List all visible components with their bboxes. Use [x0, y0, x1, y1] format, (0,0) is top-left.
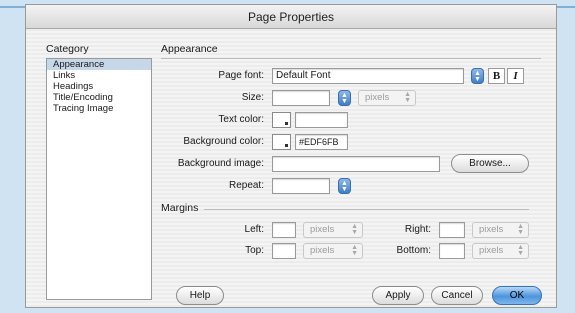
size-unit-select: pixels ▲ ▼ [358, 90, 416, 106]
margin-bottom-label: Bottom: [396, 245, 431, 256]
margin-right-unit: pixels [479, 224, 504, 235]
category-item-appearance[interactable]: Appearance [47, 59, 151, 70]
ok-button[interactable]: OK [492, 286, 542, 305]
margins-heading: Margins [161, 202, 199, 214]
cancel-button[interactable]: Cancel [431, 286, 483, 305]
size-stepper-icon[interactable]: ▲ ▼ [338, 90, 351, 106]
page-font-stepper-icon[interactable]: ▲ ▼ [471, 68, 484, 84]
background-color-input[interactable]: #EDF6FB [295, 134, 348, 150]
margin-top-unit: pixels [310, 245, 335, 256]
page-font-select[interactable]: Default Font [272, 68, 464, 84]
bold-button[interactable]: B [488, 68, 505, 84]
margin-right-input[interactable] [439, 222, 465, 238]
text-color-label: Text color: [218, 114, 264, 125]
help-button[interactable]: Help [176, 286, 224, 305]
margin-left-unit: pixels [310, 224, 335, 235]
apply-button[interactable]: Apply [372, 286, 424, 305]
margin-left-unit-select: pixels ▲ ▼ [303, 222, 363, 238]
margin-right-unit-select: pixels ▲ ▼ [472, 222, 529, 238]
chevron-updown-icon: ▲ ▼ [517, 223, 524, 236]
category-heading: Category [46, 43, 89, 55]
margin-bottom-unit-select: pixels ▲ ▼ [472, 243, 529, 259]
margin-bottom-input[interactable] [439, 243, 465, 259]
text-color-swatch-icon[interactable] [272, 112, 291, 128]
margin-left-label: Left: [244, 224, 264, 235]
background-color-swatch-icon[interactable] [272, 134, 291, 150]
background-color-label: Background color: [183, 136, 264, 147]
background-image-input[interactable] [272, 156, 440, 172]
chevron-updown-icon: ▲ ▼ [404, 91, 411, 104]
category-item-links[interactable]: Links [47, 70, 151, 81]
chevron-updown-icon: ▲ ▼ [351, 244, 358, 257]
size-label: Size: [241, 92, 264, 103]
page-font-label: Page font: [218, 70, 264, 81]
chevron-updown-icon: ▲ ▼ [517, 244, 524, 257]
margins-divider [204, 209, 529, 210]
repeat-select[interactable] [272, 178, 330, 194]
margin-top-input[interactable] [272, 243, 296, 259]
browse-button[interactable]: Browse... [451, 154, 529, 173]
size-unit-value: pixels [365, 92, 390, 103]
background-image-label: Background image: [177, 158, 264, 169]
margin-left-input[interactable] [272, 222, 296, 238]
appearance-heading: Appearance [161, 43, 218, 55]
repeat-label: Repeat: [228, 180, 264, 191]
chevron-updown-icon: ▲ ▼ [351, 223, 358, 236]
margin-top-label: Top: [245, 245, 264, 256]
category-item-headings[interactable]: Headings [47, 81, 151, 92]
margin-top-unit-select: pixels ▲ ▼ [303, 243, 363, 259]
italic-button[interactable]: I [507, 68, 524, 84]
category-item-tracing-image[interactable]: Tracing Image [47, 103, 151, 114]
size-input[interactable] [272, 90, 330, 106]
category-item-title-encoding[interactable]: Title/Encoding [47, 92, 151, 103]
margin-bottom-unit: pixels [479, 245, 504, 256]
repeat-stepper-icon[interactable]: ▲ ▼ [338, 178, 351, 194]
page-properties-dialog: Page Properties Category Appearance Link… [25, 4, 557, 308]
text-color-input[interactable] [295, 112, 348, 128]
dialog-title: Page Properties [26, 5, 556, 29]
margin-right-label: Right: [404, 224, 431, 235]
appearance-divider [161, 58, 541, 59]
category-list[interactable]: Appearance Links Headings Title/Encoding… [46, 58, 152, 300]
